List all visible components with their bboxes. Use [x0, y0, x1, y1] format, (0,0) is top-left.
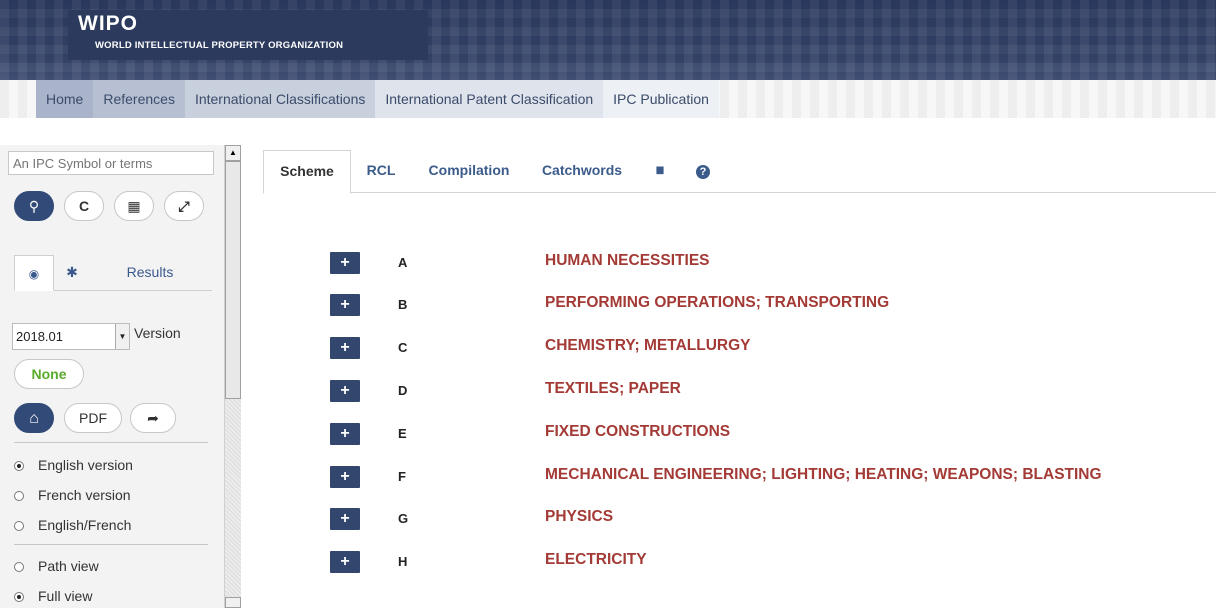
gear-icon: ✱: [66, 264, 78, 280]
share-button[interactable]: ➦: [130, 403, 176, 433]
search-icon: ⚲: [28, 198, 40, 214]
radio-label: Path view: [38, 558, 99, 574]
breadcrumb-home[interactable]: Home: [36, 80, 94, 118]
radio-button[interactable]: [14, 521, 24, 531]
sidebar: ⚲ C ▦ ⤢ ◉ ✱ Results 2018.01 ▼ Version No…: [0, 145, 224, 608]
radio-button[interactable]: [14, 461, 24, 471]
radio-button[interactable]: [14, 592, 24, 602]
section-code: C: [398, 340, 408, 355]
radio-full-view[interactable]: Full view: [14, 586, 92, 606]
expand-section-d-button[interactable]: +: [330, 380, 360, 402]
version-value: 2018.01: [16, 329, 63, 344]
reset-button[interactable]: C: [64, 191, 104, 221]
tab-scheme[interactable]: Scheme: [263, 150, 351, 194]
radio-english-french[interactable]: English/French: [14, 515, 131, 535]
section-code: A: [398, 255, 408, 270]
search-input[interactable]: [8, 151, 214, 175]
section-title-link[interactable]: PHYSICS: [545, 508, 613, 526]
section-title-link[interactable]: FIXED CONSTRUCTIONS: [545, 423, 730, 441]
expand-section-e-button[interactable]: +: [330, 423, 360, 445]
expand-section-f-button[interactable]: +: [330, 466, 360, 488]
version-select[interactable]: 2018.01 ▼: [12, 323, 130, 350]
radio-button[interactable]: [14, 491, 24, 501]
radio-label: Full view: [38, 588, 93, 604]
reset-icon: C: [78, 198, 90, 214]
logo-title[interactable]: WIPO: [78, 12, 138, 36]
share-icon: ➦: [147, 410, 159, 426]
home-button[interactable]: ⌂: [14, 403, 54, 433]
scrollbar-thumb[interactable]: [225, 161, 241, 399]
scroll-up-arrow-icon[interactable]: ▲: [225, 145, 241, 161]
section-code: B: [398, 297, 408, 312]
section-title-link[interactable]: PERFORMING OPERATIONS; TRANSPORTING: [545, 294, 889, 312]
section-code: D: [398, 383, 408, 398]
tab-rcl[interactable]: RCL: [359, 150, 403, 193]
help-icon[interactable]: ?: [691, 150, 715, 193]
section-title-link[interactable]: TEXTILES; PAPER: [545, 380, 681, 398]
radio-label: French version: [38, 487, 131, 503]
breadcrumb-ipc-publication[interactable]: IPC Publication: [603, 80, 719, 118]
expand-section-h-button[interactable]: +: [330, 551, 360, 573]
radio-path-view[interactable]: Path view: [14, 556, 99, 576]
tab-settings[interactable]: ✱: [54, 255, 90, 291]
breadcrumb-bar: Home References International Classifica…: [0, 80, 1216, 118]
expand-section-a-button[interactable]: +: [330, 252, 360, 274]
expand-section-g-button[interactable]: +: [330, 508, 360, 530]
book-icon[interactable]: ▮▮: [647, 150, 671, 193]
sidebar-tabs: ◉ ✱ Results: [14, 255, 212, 291]
breadcrumb-references[interactable]: References: [93, 80, 185, 118]
tab-view[interactable]: ◉: [14, 255, 54, 291]
divider: [14, 544, 208, 545]
breadcrumb-international-classifications[interactable]: International Classifications: [184, 80, 376, 118]
radio-label: English version: [38, 457, 133, 473]
radio-label: English/French: [38, 517, 132, 533]
pdf-button[interactable]: PDF: [64, 403, 122, 433]
scroll-down-arrow-icon[interactable]: [225, 597, 241, 608]
tab-compilation[interactable]: Compilation: [419, 150, 519, 193]
main-tabs: Scheme RCL Compilation Catchwords ▮▮ ?: [263, 150, 1216, 194]
section-title-link[interactable]: CHEMISTRY; METALLURGY: [545, 337, 751, 355]
sidebar-scrollbar[interactable]: ▲: [224, 145, 241, 608]
radio-french-version[interactable]: French version: [14, 485, 131, 505]
version-label: Version: [134, 325, 181, 341]
radio-english-version[interactable]: English version: [14, 455, 133, 475]
section-title-link[interactable]: HUMAN NECESSITIES: [545, 252, 710, 270]
home-icon: ⌂: [29, 410, 39, 427]
logo-subtitle: WORLD INTELLECTUAL PROPERTY ORGANIZATION: [95, 40, 344, 51]
tab-results[interactable]: Results: [110, 255, 190, 291]
expand-section-b-button[interactable]: +: [330, 294, 360, 316]
section-code: F: [398, 469, 406, 484]
radio-button[interactable]: [14, 562, 24, 572]
breadcrumb: Home References International Classifica…: [36, 80, 719, 118]
section-code: H: [398, 554, 408, 569]
none-button[interactable]: None: [14, 359, 84, 389]
header-banner: WIPO WORLD INTELLECTUAL PROPERTY ORGANIZ…: [0, 0, 1216, 80]
divider: [14, 442, 208, 443]
help-glyph: ?: [696, 165, 710, 179]
grid-icon: ▦: [127, 198, 141, 214]
tab-catchwords[interactable]: Catchwords: [533, 150, 631, 193]
expand-section-c-button[interactable]: +: [330, 337, 360, 359]
section-code: G: [398, 511, 409, 526]
section-title-link[interactable]: MECHANICAL ENGINEERING; LIGHTING; HEATIN…: [545, 466, 1102, 484]
section-code: E: [398, 426, 407, 441]
search-button[interactable]: ⚲: [14, 191, 54, 221]
grid-button[interactable]: ▦: [114, 191, 154, 221]
expand-button[interactable]: ⤢: [164, 191, 204, 221]
section-title-link[interactable]: ELECTRICITY: [545, 551, 647, 569]
chevron-down-icon[interactable]: ▼: [115, 324, 129, 349]
eye-icon: ◉: [28, 267, 40, 281]
breadcrumb-international-patent-classification[interactable]: International Patent Classification: [375, 80, 604, 118]
expand-icon: ⤢: [178, 198, 190, 214]
